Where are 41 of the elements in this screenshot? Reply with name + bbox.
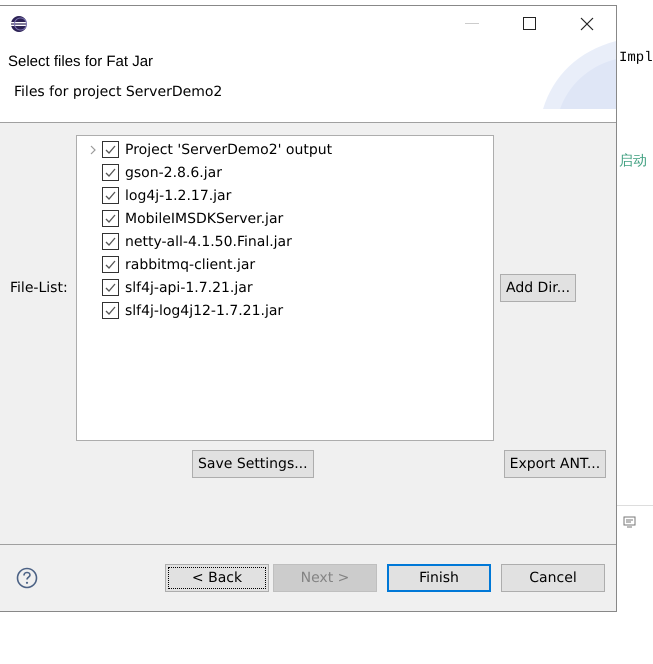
checkbox[interactable] [102, 302, 119, 319]
save-settings-button[interactable]: Save Settings... [192, 450, 314, 478]
dialog-subtitle: Files for project ServerDemo2 [14, 84, 224, 100]
checkbox[interactable] [102, 233, 119, 250]
add-dir-button[interactable]: Add Dir... [500, 274, 576, 302]
wizard-button[interactable]: < Back [165, 564, 269, 592]
checkmark-icon [104, 189, 117, 202]
checkmark-icon [104, 235, 117, 248]
file-name[interactable]: gson-2.8.6.jar [125, 164, 222, 180]
file-list-label: File-List: [10, 280, 68, 296]
checkbox[interactable] [102, 164, 119, 181]
checkmark-icon [104, 304, 117, 317]
file-name[interactable]: MobileIMSDKServer.jar [125, 210, 284, 226]
file-name[interactable]: log4j-1.2.17.jar [125, 188, 232, 204]
app-logo-icon [10, 14, 28, 32]
checkmark-icon [104, 281, 117, 294]
maximize-icon[interactable] [523, 17, 536, 30]
checkmark-icon [104, 143, 117, 156]
checkbox[interactable] [102, 141, 119, 158]
file-name[interactable]: rabbitmq-client.jar [125, 256, 256, 272]
export-ant-button[interactable]: Export ANT... [504, 450, 606, 478]
file-name[interactable]: slf4j-api-1.7.21.jar [125, 280, 253, 296]
monitor-icon [623, 516, 636, 528]
checkbox[interactable] [102, 187, 119, 204]
file-name[interactable]: Project 'ServerDemo2' output [125, 142, 332, 158]
help-icon[interactable] [16, 567, 38, 589]
wizard-button[interactable]: Cancel [501, 564, 605, 592]
editor-text: Impl [619, 50, 653, 66]
file-name[interactable]: slf4j-log4j12-1.7.21.jar [125, 302, 284, 318]
expand-chevron-icon[interactable] [90, 144, 96, 154]
checkbox[interactable] [102, 279, 119, 296]
checkbox[interactable] [102, 256, 119, 273]
wizard-button[interactable]: Finish [387, 564, 491, 592]
checkmark-icon [104, 258, 117, 271]
checkmark-icon [104, 166, 117, 179]
close-icon[interactable] [580, 16, 594, 30]
checkbox[interactable] [102, 210, 119, 227]
file-name[interactable]: netty-all-4.1.50.Final.jar [125, 234, 292, 250]
editor-text: 启动 [619, 152, 647, 170]
dialog-title: Select files for Fat Jar [8, 53, 154, 70]
checkmark-icon [104, 212, 117, 225]
